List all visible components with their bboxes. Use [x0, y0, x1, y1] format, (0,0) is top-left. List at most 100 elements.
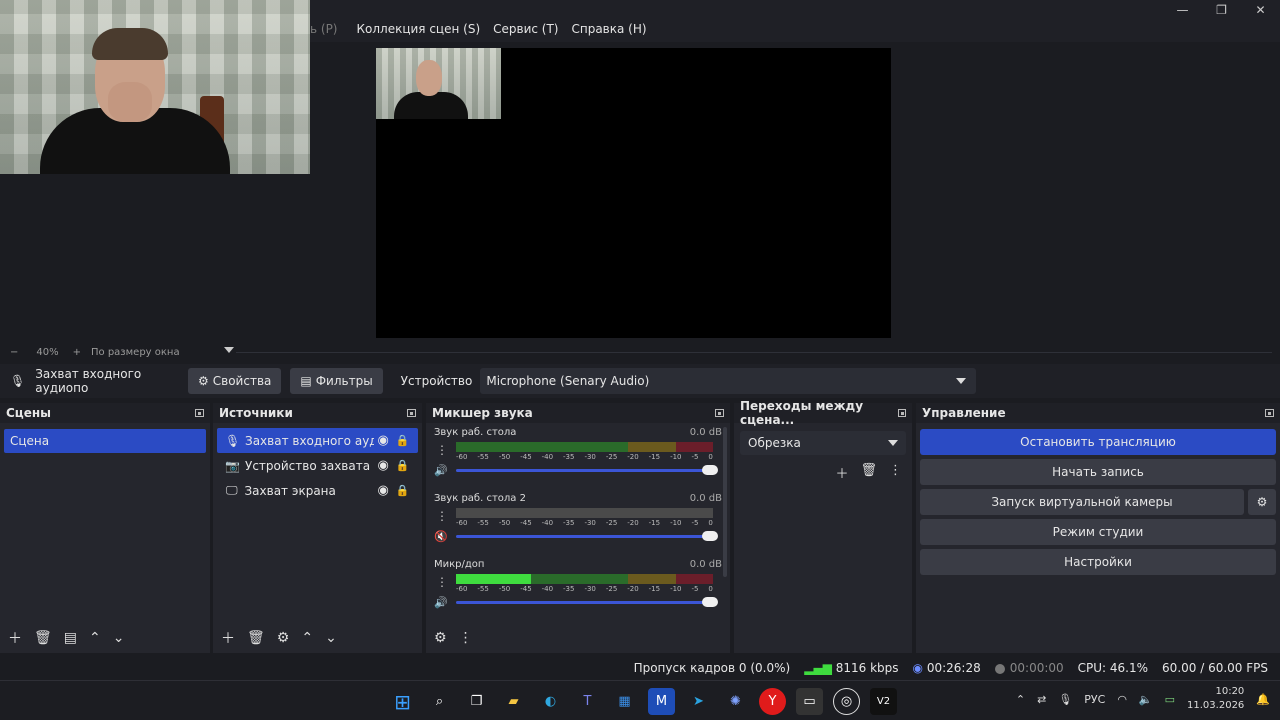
zoom-fit-select[interactable]: По размеру окна: [91, 347, 180, 358]
lock-icon[interactable]: 🔒: [393, 484, 412, 497]
language-indicator[interactable]: РУС: [1084, 693, 1105, 706]
mail-icon[interactable]: M: [648, 688, 675, 715]
terminal-icon[interactable]: ▭: [796, 688, 823, 715]
more-icon[interactable]: ⋮: [436, 443, 448, 457]
source-item[interactable]: 🖵 Захват экрана ◉ 🔒: [217, 478, 418, 503]
windows-start-icon[interactable]: ⊞: [389, 688, 416, 715]
move-down-icon[interactable]: ⌄: [113, 630, 125, 646]
advanced-audio-icon[interactable]: ⚙: [434, 630, 447, 646]
obs-icon[interactable]: ◎: [833, 688, 860, 715]
filter-icon[interactable]: ▤: [64, 630, 77, 646]
dock-title: Сцены: [6, 406, 51, 420]
studio-mode-button[interactable]: Режим студии: [920, 519, 1276, 545]
taskbar: ⊞ ⌕ ❐ ▰ ◐ T ▦ M ➤ ✺ Y ▭ ◎ V2 ⌃ ⇄ 🎙 РУС ◠…: [0, 680, 1280, 720]
zoom-in-button[interactable]: +: [73, 347, 81, 358]
eye-icon[interactable]: ◉: [374, 433, 393, 448]
transition-select[interactable]: Обрезка: [740, 431, 906, 455]
undock-icon[interactable]: [407, 409, 416, 417]
yandex-icon[interactable]: Y: [759, 688, 786, 715]
gear-icon[interactable]: ⚙: [277, 630, 290, 646]
stop-stream-button[interactable]: Остановить трансляцию: [920, 429, 1276, 455]
menu-item-tools[interactable]: Сервис (T): [493, 22, 558, 36]
preview-canvas[interactable]: [376, 48, 891, 338]
close-button[interactable]: ✕: [1241, 0, 1280, 20]
search-icon[interactable]: ⌕: [426, 688, 453, 715]
start-record-button[interactable]: Начать запись: [920, 459, 1276, 485]
slider-handle[interactable]: [702, 596, 718, 607]
chevron-up-icon[interactable]: ⌃: [1016, 693, 1025, 706]
device-label: Устройство: [400, 374, 473, 388]
properties-button[interactable]: ⚙ Свойства: [188, 368, 282, 394]
move-up-icon[interactable]: ⌃: [301, 630, 313, 646]
tick-label: -60: [456, 453, 468, 461]
notification-icon[interactable]: 🔔: [1256, 693, 1270, 706]
menu-item-help[interactable]: Справка (H): [571, 22, 646, 36]
trash-icon[interactable]: 🗑: [247, 630, 265, 646]
eye-icon[interactable]: ◉: [374, 458, 393, 473]
transitions-dock: Переходы между сцена... Обрезка ＋ 🗑 ⋮: [734, 399, 912, 653]
wifi-icon[interactable]: ◠: [1117, 693, 1127, 706]
filters-button[interactable]: ▤ Фильтры: [290, 368, 383, 394]
lock-icon[interactable]: 🔒: [393, 434, 412, 447]
task-view-icon[interactable]: ❐: [463, 688, 490, 715]
folder-icon[interactable]: ▰: [500, 688, 527, 715]
more-icon[interactable]: ⋮: [436, 575, 448, 589]
slider-handle[interactable]: [702, 464, 718, 475]
volume-icon[interactable]: 🔈: [1139, 693, 1153, 706]
zoom-out-button[interactable]: −: [10, 347, 18, 358]
mixer-channel: Звук раб. стола 2 0.0 dB ⋮ -60 -55 -50 -45-…: [426, 489, 730, 555]
lock-icon[interactable]: 🔒: [393, 459, 412, 472]
muted-speaker-icon[interactable]: 🔇: [434, 530, 456, 543]
virtual-camera-button[interactable]: Запуск виртуальной камеры: [920, 489, 1244, 515]
volume-slider[interactable]: [456, 530, 718, 541]
undock-icon[interactable]: [195, 409, 204, 417]
device-select[interactable]: Microphone (Senary Audio): [480, 368, 977, 394]
menu-item-scene-collection[interactable]: Коллекция сцен (S): [357, 22, 481, 36]
battery-icon[interactable]: ▭: [1165, 693, 1175, 706]
clock[interactable]: 10:20 11.03.2026: [1187, 685, 1244, 713]
dropped-frames: Пропуск кадров 0 (0.0%): [633, 661, 791, 675]
sources-footer: ＋ 🗑 ⚙ ⌃ ⌄: [213, 623, 422, 653]
telegram-icon[interactable]: ➤: [685, 688, 712, 715]
teams-icon[interactable]: T: [574, 688, 601, 715]
undock-icon[interactable]: [715, 409, 724, 417]
gear-icon[interactable]: ⚙: [1248, 489, 1276, 515]
move-up-icon[interactable]: ⌃: [89, 630, 101, 646]
chevron-down-icon[interactable]: [224, 347, 234, 353]
move-down-icon[interactable]: ⌄: [325, 630, 337, 646]
slider-handle[interactable]: [702, 530, 718, 541]
source-item[interactable]: 📷 Устройство захвата виде ◉ 🔒: [217, 453, 418, 478]
volume-slider[interactable]: [456, 596, 718, 607]
edge-icon[interactable]: ◐: [537, 688, 564, 715]
add-icon[interactable]: ＋: [835, 463, 848, 482]
add-icon[interactable]: ＋: [8, 628, 22, 648]
menu-item-profile[interactable]: ь (P): [310, 22, 338, 36]
volume-meter: [456, 508, 713, 518]
minimize-button[interactable]: —: [1163, 0, 1202, 20]
undock-icon[interactable]: [897, 409, 906, 417]
more-icon[interactable]: ⋮: [889, 463, 902, 482]
tick-label: -60: [456, 585, 468, 593]
trash-icon[interactable]: 🗑: [860, 463, 877, 482]
camera-icon: 📷: [225, 458, 240, 473]
scene-item[interactable]: Сцена: [4, 429, 206, 453]
volume-slider[interactable]: [456, 464, 718, 475]
v2-icon[interactable]: V2: [870, 688, 897, 715]
more-icon[interactable]: ⋮: [436, 509, 448, 523]
trash-icon[interactable]: 🗑: [34, 630, 52, 646]
more-icon[interactable]: ⋮: [459, 630, 473, 646]
mixer-scrollbar[interactable]: [723, 427, 727, 577]
settings-button[interactable]: Настройки: [920, 549, 1276, 575]
source-item[interactable]: 🎙 Захват входного аудиопо ◉ 🔒: [217, 428, 418, 453]
preview-webcam-source[interactable]: [376, 48, 501, 119]
network-switch-icon[interactable]: ⇄: [1037, 693, 1046, 706]
app-icon[interactable]: ✺: [722, 688, 749, 715]
eye-icon[interactable]: ◉: [374, 483, 393, 498]
undock-icon[interactable]: [1265, 409, 1274, 417]
store-icon[interactable]: ▦: [611, 688, 638, 715]
microphone-icon[interactable]: 🎙: [1058, 693, 1072, 706]
restore-button[interactable]: ❐: [1202, 0, 1241, 20]
speaker-icon[interactable]: 🔊: [434, 464, 456, 477]
speaker-icon[interactable]: 🔊: [434, 596, 456, 609]
add-icon[interactable]: ＋: [221, 628, 235, 648]
